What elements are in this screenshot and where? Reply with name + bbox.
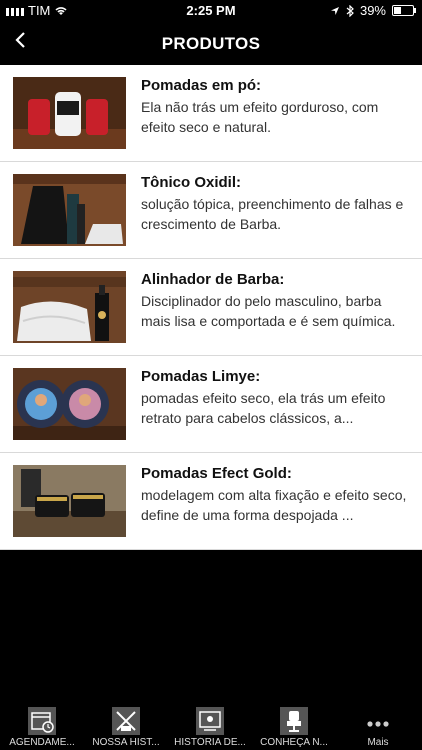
product-description: Ela não trás um efeito gorduroso, com ef… <box>141 99 379 135</box>
bluetooth-icon <box>346 4 354 17</box>
battery-percent: 39% <box>359 3 386 18</box>
status-right: 39% <box>330 3 416 18</box>
status-bar: TIM 2:25 PM 39% <box>0 0 422 22</box>
product-image <box>13 271 126 343</box>
product-title: Tônico Oxidil: <box>141 174 241 191</box>
tab-conheca[interactable]: CONHEÇA N... <box>252 706 336 748</box>
product-item-pomadas-efect-gold[interactable]: Pomadas Efect Gold: modelagem com alta f… <box>0 453 422 550</box>
product-title: Pomadas em pó: <box>141 77 262 94</box>
product-description: pomadas efeito seco, ela trás um efeito … <box>141 390 386 426</box>
product-item-pomadas-em-po[interactable]: Pomadas em pó: Ela não trás um efeito go… <box>0 65 422 162</box>
tab-label: HISTÓRIA DE... <box>174 737 246 748</box>
product-description: Disciplinador do pelo masculino, barba m… <box>141 293 396 329</box>
product-description: modelagem com alta fixação e efeito seco… <box>141 487 407 523</box>
location-icon <box>330 6 339 15</box>
product-item-tonico-oxidil[interactable]: Tônico Oxidil: solução tópica, preenchim… <box>0 162 422 259</box>
barber-tools-icon <box>112 707 140 735</box>
product-item-pomadas-limye[interactable]: Pomadas Limye: pomadas efeito seco, ela … <box>0 356 422 453</box>
product-image <box>13 368 126 440</box>
tab-bar: AGENDAME... NOSSA HIST... HISTÓRIA DE...… <box>0 702 422 750</box>
tab-label: NOSSA HIST... <box>92 737 160 748</box>
calendar-icon <box>28 707 56 735</box>
product-list: Pomadas em pó: Ela não trás um efeito go… <box>0 65 422 550</box>
product-image <box>13 174 126 246</box>
product-title: Pomadas Limye: <box>141 368 261 385</box>
product-title: Alinhador de Barba: <box>141 271 285 288</box>
tab-label: AGENDAME... <box>9 737 75 748</box>
certificate-icon <box>196 707 224 735</box>
tab-label: Mais <box>367 737 389 748</box>
product-title: Pomadas Efect Gold: <box>141 465 292 482</box>
battery-fill <box>394 7 401 14</box>
battery-icon <box>392 5 416 16</box>
more-icon <box>367 721 389 727</box>
tab-label: CONHEÇA N... <box>260 737 328 748</box>
tab-mais[interactable]: Mais <box>336 706 420 748</box>
tab-historia-de[interactable]: HISTÓRIA DE... <box>168 706 252 748</box>
product-item-alinhador-de-barba[interactable]: Alinhador de Barba: Disciplinador do pel… <box>0 259 422 356</box>
product-description: solução tópica, preenchimento de falhas … <box>141 196 404 232</box>
product-image <box>13 77 126 149</box>
product-image <box>13 465 126 537</box>
navigation-bar: PRODUTOS <box>0 22 422 65</box>
page-title: PRODUTOS <box>161 34 261 53</box>
tab-agendamento[interactable]: AGENDAME... <box>0 706 84 748</box>
tab-nossa-historia[interactable]: NOSSA HIST... <box>84 706 168 748</box>
barber-chair-icon <box>280 707 308 735</box>
